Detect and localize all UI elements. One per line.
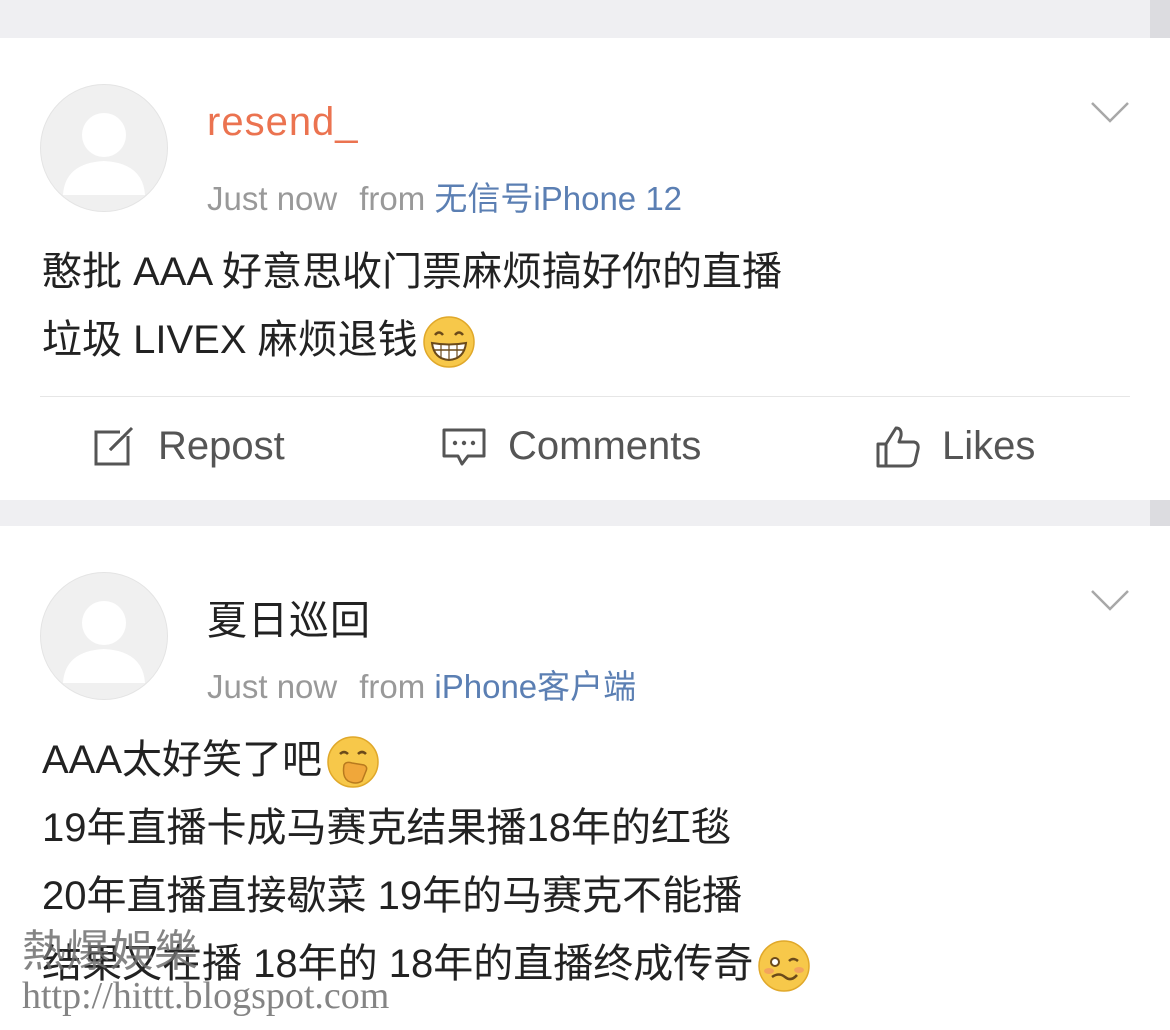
post-card: resend_ Just now from 无信号iPhone 12 憨批 AAA… (0, 38, 1170, 500)
avatar[interactable] (40, 572, 168, 700)
scrollbar[interactable] (1150, 0, 1170, 38)
feed-separator (0, 500, 1170, 526)
watermark: 熱爆娛樂 http://hittt.blogspot.com (22, 927, 390, 1017)
watermark-url: http://hittt.blogspot.com (22, 975, 390, 1017)
chevron-down-icon[interactable] (1090, 100, 1130, 124)
default-avatar-icon (63, 601, 145, 683)
post-text-line: 20年直播直接歇菜 19年的马赛克不能播 (42, 874, 743, 918)
post-time: Just now (207, 180, 338, 217)
post-meta: Just now from iPhone客户端 (207, 660, 636, 708)
username[interactable]: resend_ (207, 100, 359, 145)
likes-button[interactable]: Likes (874, 422, 1035, 470)
comments-button[interactable]: Comments (440, 422, 701, 470)
post-text: 憨批 AAA 好意思收门票麻烦搞好你的直播 垃圾 LIVEX 麻烦退钱 (42, 238, 782, 374)
repost-label: Repost (158, 423, 285, 468)
default-avatar-icon (63, 113, 145, 195)
post-text-line: 憨批 AAA 好意思收门票麻烦搞好你的直播 (42, 250, 783, 294)
chevron-down-icon[interactable] (1090, 588, 1130, 612)
post-source-link[interactable]: iPhone客户端 (434, 668, 636, 705)
face-with-hand-over-mouth-emoji (327, 736, 379, 789)
post-text-line: 19年直播卡成马赛克结果播18年的红毯 (42, 806, 731, 850)
comments-label: Comments (508, 423, 702, 468)
repost-button[interactable]: Repost (90, 422, 285, 470)
post-time: Just now (207, 668, 338, 705)
divider (40, 396, 1130, 397)
avatar[interactable] (40, 84, 168, 212)
grinning-face-with-smiling-eyes-emoji (422, 316, 475, 369)
post-source-link[interactable]: 无信号iPhone 12 (434, 180, 682, 217)
watermark-title: 熱爆娛樂 (22, 927, 198, 976)
from-label: from (359, 668, 426, 705)
post-text-line: AAA太好笑了吧 (42, 738, 323, 782)
post-text-line: 垃圾 LIVEX 麻烦退钱 (42, 318, 418, 362)
thumbs-up-icon (876, 426, 920, 468)
feed-separator (0, 0, 1170, 38)
post-meta: Just now from 无信号iPhone 12 (207, 172, 682, 220)
repost-icon (94, 424, 136, 466)
woozy-face-emoji (758, 940, 810, 993)
from-label: from (359, 180, 426, 217)
comment-icon (442, 428, 486, 466)
username[interactable]: 夏日巡回 (207, 588, 371, 646)
likes-label: Likes (942, 423, 1036, 468)
scrollbar[interactable] (1150, 500, 1170, 526)
